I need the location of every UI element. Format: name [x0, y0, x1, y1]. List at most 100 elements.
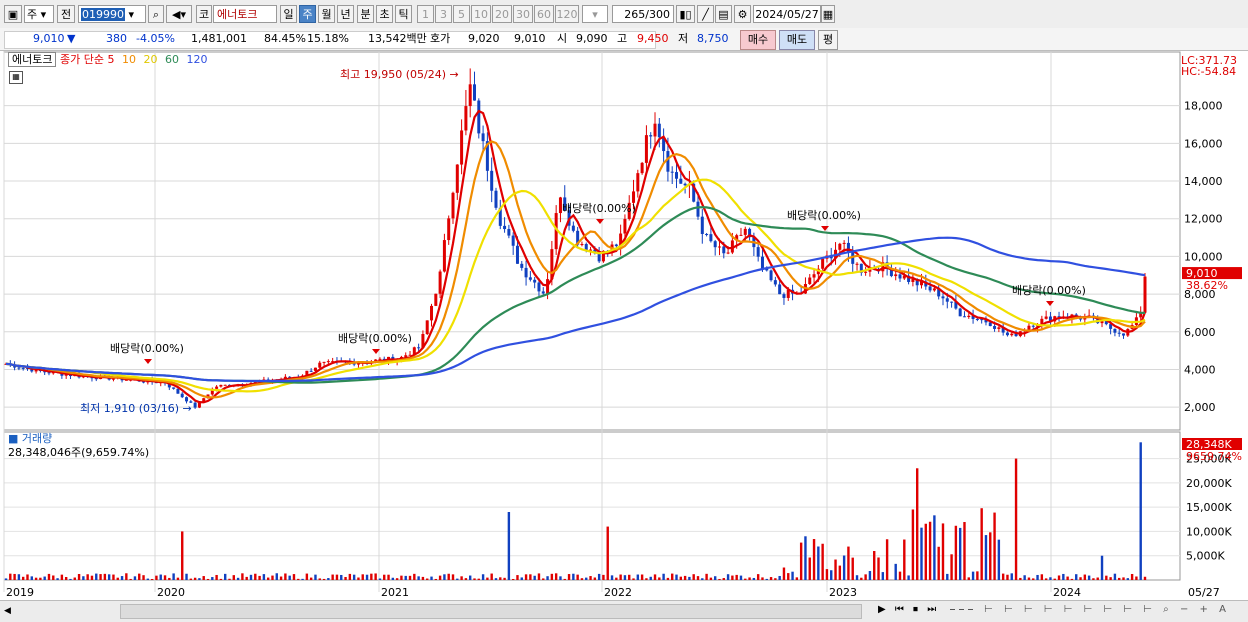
candle-body: [1118, 333, 1121, 334]
window-menu-icon[interactable]: ▣: [4, 5, 22, 23]
code-input[interactable]: 019990 ▾: [78, 5, 146, 23]
candle-body: [443, 240, 446, 271]
volume-bar: [624, 575, 626, 580]
volume-bar: [224, 574, 226, 580]
candle-body: [946, 298, 949, 301]
period-week[interactable]: 주: [299, 5, 316, 23]
period-tick[interactable]: 틱: [395, 5, 412, 23]
tick-120[interactable]: 120: [555, 5, 579, 23]
tick-5[interactable]: 5: [453, 5, 470, 23]
speaker-icon[interactable]: ◀▾: [166, 5, 192, 23]
period-minute[interactable]: 분: [357, 5, 374, 23]
volume-bar: [778, 576, 780, 580]
candle-body: [1113, 329, 1116, 333]
volume-bar: [155, 576, 157, 580]
table-icon[interactable]: ▦: [9, 71, 23, 84]
tick-1[interactable]: 1: [417, 5, 434, 23]
volume-bar: [473, 578, 475, 580]
candle-body: [1006, 333, 1009, 336]
date-input[interactable]: 2024/05/27: [753, 5, 821, 23]
volume-bar: [1079, 577, 1081, 580]
volume-bar: [1058, 575, 1060, 580]
volume-bar: [529, 574, 531, 580]
high-price: 9,450: [637, 31, 669, 47]
legend-ma20[interactable]: 20: [143, 53, 157, 66]
volume-bar: [228, 579, 230, 580]
horizontal-scrollbar[interactable]: ◀ ▶ ⏮ ⏹ ⏭ ⎯⎯⎯ ⊢ ⊢ ⊢ ⊢ ⊢ ⊢ ⊢ ⊢ ⊢ ⌕ − + A: [0, 600, 1248, 622]
volume-bar: [1062, 574, 1064, 580]
draw-tools-icons[interactable]: ⎯⎯⎯ ⊢ ⊢ ⊢ ⊢ ⊢ ⊢ ⊢ ⊢ ⊢ ⌕ − + A: [950, 604, 1230, 615]
open-label: 시: [557, 31, 567, 47]
volume-bar: [619, 575, 621, 580]
volume-bar: [628, 575, 630, 580]
scroll-left-icon[interactable]: ◀: [4, 604, 14, 618]
candle-body: [666, 151, 669, 172]
volume-bar: [662, 574, 664, 580]
period-year[interactable]: 년: [337, 5, 354, 23]
prev-button[interactable]: 전: [57, 5, 75, 23]
gear-icon[interactable]: ⚙: [734, 5, 751, 23]
volume-bar: [267, 578, 269, 580]
tick-30[interactable]: 30: [513, 5, 533, 23]
search-icon[interactable]: ⌕: [148, 5, 164, 23]
volume-bar: [701, 578, 703, 580]
period-month[interactable]: 월: [318, 5, 335, 23]
volume-bar: [181, 531, 183, 580]
calendar-icon[interactable]: ▦: [821, 5, 835, 23]
candle-body: [417, 347, 420, 348]
open-price: 9,090: [576, 31, 608, 47]
candle-type-icon[interactable]: ▮▯: [676, 5, 695, 23]
candle-body: [494, 191, 497, 208]
period-second[interactable]: 초: [376, 5, 393, 23]
volume-bar: [357, 578, 359, 580]
chart-legend: 에너토크 종가 단순 5 10 20 60 120: [8, 53, 207, 67]
sell-button[interactable]: 매도: [779, 30, 815, 50]
candle-body: [722, 247, 725, 254]
tick-20[interactable]: 20: [492, 5, 512, 23]
legend-stock-name[interactable]: 에너토크: [8, 52, 56, 67]
legend-ma60[interactable]: 60: [165, 53, 179, 66]
volume-bar: [718, 579, 720, 580]
save-icon[interactable]: ▤: [715, 5, 732, 23]
volume-bar: [740, 576, 742, 580]
avg-button[interactable]: 평: [818, 30, 838, 50]
volume-bar: [766, 579, 768, 580]
price-tick-label: 2,000: [1184, 401, 1216, 414]
tick-3[interactable]: 3: [435, 5, 452, 23]
legend-ma5[interactable]: 5: [107, 53, 114, 66]
scroll-thumb[interactable]: [120, 604, 862, 619]
tick-10[interactable]: 10: [471, 5, 491, 23]
draw-tool-icon[interactable]: ╱: [697, 5, 714, 23]
count-input[interactable]: 265/300: [612, 5, 674, 23]
buy-button[interactable]: 매수: [740, 30, 776, 50]
tick-60[interactable]: 60: [534, 5, 554, 23]
volume-bar: [370, 574, 372, 580]
low-label: 저: [678, 31, 688, 47]
volume-bar: [877, 557, 879, 580]
candle-body: [482, 133, 485, 141]
stock-name[interactable]: 에너토크: [213, 5, 277, 23]
legend-ma10[interactable]: 10: [122, 53, 136, 66]
scroll-nav-icons[interactable]: ▶ ⏮ ⏹ ⏭: [878, 604, 939, 615]
volume-bar: [52, 575, 54, 580]
tick-select[interactable]: ▾: [582, 5, 608, 23]
candle-body: [615, 245, 618, 247]
volume-bar: [976, 571, 978, 580]
period-day[interactable]: 일: [280, 5, 297, 23]
volume-bar: [916, 468, 918, 580]
volume-bar: [688, 577, 690, 580]
volume-bar: [413, 574, 415, 580]
volume-bar: [787, 573, 789, 580]
market-select[interactable]: 주 ▾: [24, 5, 54, 23]
volume-bar: [611, 575, 613, 580]
candle-body: [641, 163, 644, 173]
candle-body: [1027, 326, 1030, 330]
volume-bar: [490, 574, 492, 580]
legend-ma120[interactable]: 120: [186, 53, 207, 66]
price-chart[interactable]: 18,00016,00014,00012,00010,0008,0006,000…: [0, 50, 1248, 600]
volume-bar: [452, 574, 454, 580]
volume-bar: [912, 509, 914, 580]
volume-bar: [482, 574, 484, 580]
volume-bar: [985, 535, 987, 580]
volume-bar: [9, 574, 11, 580]
